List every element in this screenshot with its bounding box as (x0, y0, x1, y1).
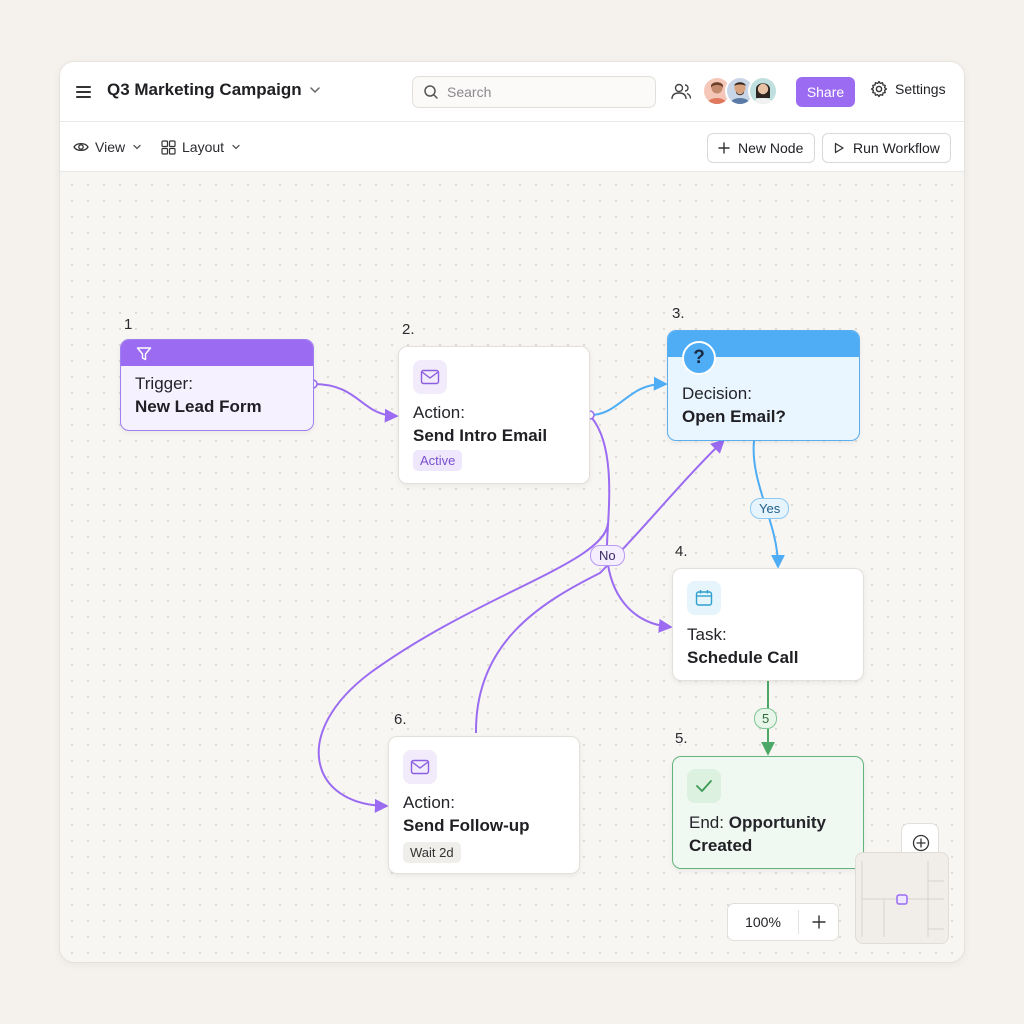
eye-icon (73, 142, 89, 152)
plus-icon (718, 142, 730, 154)
collaborators-icon[interactable] (670, 82, 692, 102)
minimap[interactable] (855, 852, 949, 944)
node-kind-line: End: Opportunity (689, 813, 826, 833)
edge-label-five[interactable]: 5 (754, 708, 778, 729)
minimap-preview (861, 861, 944, 937)
project-title-dropdown[interactable]: Q3 Marketing Campaign (107, 80, 322, 100)
search-icon (424, 85, 438, 99)
node-name: Created (689, 836, 753, 855)
node-number: 5. (675, 730, 688, 747)
project-title: Q3 Marketing Campaign (107, 80, 302, 99)
node-end-opportunity[interactable]: End: Opportunity Created (672, 756, 864, 869)
chevron-down-icon (309, 87, 320, 94)
workflow-app: Q3 Marketing Campaign Share (60, 62, 964, 962)
chevron-down-icon (133, 144, 141, 150)
workflow-canvas[interactable]: 1 2. 3. 4. 5. 6. Trigger: New Lead Form … (60, 173, 964, 962)
node-kind: Action: (403, 793, 455, 812)
node-name: Schedule Call (687, 648, 799, 667)
node-number: 1 (124, 316, 133, 333)
node-number: 4. (675, 543, 688, 560)
node-number: 2. (402, 321, 415, 338)
layout-menu[interactable]: Layout (161, 139, 242, 155)
calendar-icon (687, 581, 721, 615)
node-action-intro-email[interactable]: Action: Send Intro Email Active (398, 346, 590, 484)
menu-icon[interactable] (74, 82, 94, 102)
zoom-level-bar: 100% (727, 903, 839, 941)
node-decision[interactable]: ? Decision: Open Email? (667, 330, 860, 441)
node-name: New Lead Form (135, 397, 262, 416)
chevron-down-icon (232, 144, 240, 150)
node-number: 3. (672, 305, 685, 322)
edge-action-to-decision (589, 376, 668, 416)
check-icon (687, 769, 721, 803)
node-kind: End: (689, 813, 724, 832)
wait-badge: Wait 2d (403, 842, 461, 863)
plus-icon (812, 915, 826, 929)
question-icon: ? (682, 341, 716, 375)
node-action-follow-up[interactable]: Action: Send Follow-up Wait 2d (388, 736, 580, 874)
zoom-in-icon (912, 834, 930, 852)
run-workflow-button[interactable]: Run Workflow (822, 133, 951, 163)
node-name: Send Follow-up (403, 816, 530, 835)
new-node-button[interactable]: New Node (707, 133, 815, 163)
new-node-label: New Node (738, 140, 804, 156)
mail-icon (413, 360, 447, 394)
grid-icon (161, 139, 176, 155)
filter-icon (136, 347, 152, 361)
run-workflow-label: Run Workflow (853, 140, 940, 156)
node-task-schedule-call[interactable]: Task: Schedule Call (672, 568, 864, 681)
node-kind: Action: (413, 403, 465, 422)
status-badge: Active (413, 450, 463, 471)
edge-label-no[interactable]: No (590, 545, 625, 566)
node-trigger[interactable]: Trigger: New Lead Form (120, 339, 314, 431)
settings-label: Settings (895, 81, 946, 97)
toolbar: View Layout New Node Run Workflow (60, 122, 964, 172)
edge-label-yes[interactable]: Yes (750, 498, 790, 519)
node-kind: Task: (687, 625, 727, 644)
search-box[interactable] (412, 76, 656, 108)
edge-no-to-task (591, 417, 673, 633)
node-name: Send Intro Email (413, 426, 548, 445)
settings-button[interactable]: Settings (870, 80, 946, 98)
zoom-level[interactable]: 100% (728, 904, 798, 940)
collaborator-avatars[interactable] (702, 76, 778, 108)
view-menu[interactable]: View (73, 139, 143, 155)
node-kind: Trigger: (135, 374, 193, 393)
share-button[interactable]: Share (796, 77, 855, 107)
node-name: Open Email? (682, 407, 786, 426)
top-bar: Q3 Marketing Campaign Share (60, 62, 964, 122)
edge-trigger-to-action (312, 383, 399, 423)
gear-icon (870, 80, 888, 98)
avatar[interactable] (748, 76, 778, 106)
node-number: 6. (394, 711, 407, 728)
node-name: Opportunity (728, 813, 826, 832)
node-kind: Decision: (682, 384, 752, 403)
view-label: View (95, 139, 126, 155)
search-input[interactable] (447, 84, 637, 100)
zoom-plus-button[interactable] (799, 904, 839, 940)
mail-icon (403, 750, 437, 784)
layout-label: Layout (182, 139, 225, 155)
play-icon (834, 142, 844, 154)
